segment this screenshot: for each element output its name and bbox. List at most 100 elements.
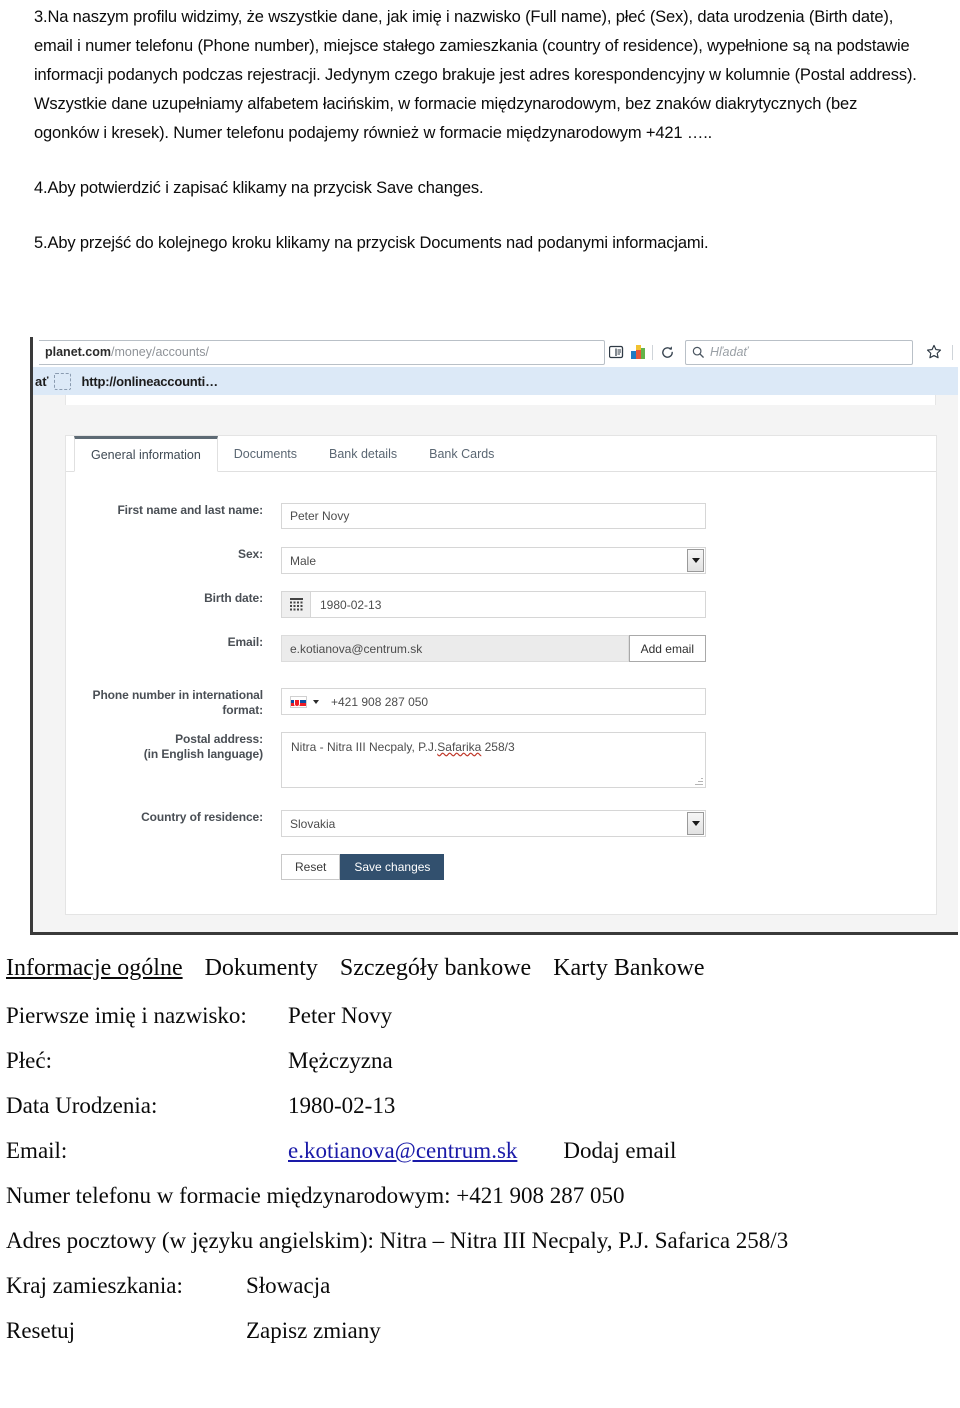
- sex-label: Sex:: [238, 547, 263, 561]
- form-actions-row: Reset Save changes: [66, 854, 706, 880]
- field-row-sex: Sex: Male: [66, 547, 706, 574]
- translation-value-name: Peter Novy: [288, 1003, 393, 1028]
- save-changes-button[interactable]: Save changes: [340, 854, 445, 880]
- chevron-down-icon[interactable]: [687, 812, 704, 835]
- translation-reset-label: Resetuj: [6, 1318, 75, 1343]
- phone-control: +421 908 287 050: [281, 688, 706, 715]
- translation-key-sex: Płeć:: [6, 1048, 52, 1073]
- url-path: /money/accounts/: [111, 345, 209, 359]
- country-value: Slovakia: [290, 816, 336, 831]
- translation-value-country: Słowacja: [246, 1273, 331, 1298]
- tab-label: Documents: [233, 446, 298, 461]
- reload-icon[interactable]: [656, 341, 678, 363]
- slovakia-flag-icon: [290, 695, 307, 708]
- form-actions: Reset Save changes: [281, 854, 706, 880]
- field-row-phone: Phone number in international format: +4…: [66, 688, 706, 718]
- email-value: e.kotianova@centrum.sk: [290, 641, 423, 656]
- full-name-control: Peter Novy: [281, 503, 706, 529]
- search-box[interactable]: Hľadať: [685, 339, 913, 365]
- tab-label: Bank details: [329, 446, 398, 461]
- birth-date-control: 1980-02-13: [281, 591, 706, 618]
- address-bar-text: planet.com/money/accounts/: [45, 345, 209, 359]
- full-name-input[interactable]: Peter Novy: [281, 503, 706, 529]
- reset-button[interactable]: Reset: [281, 854, 341, 880]
- email-input: e.kotianova@centrum.sk: [281, 635, 629, 662]
- translation-value-sex: Mężczyzna: [288, 1048, 393, 1073]
- field-row-full-name: First name and last name: Peter Novy: [66, 503, 706, 529]
- toolbar-divider: [652, 344, 653, 360]
- general-information-form: First name and last name: Peter Novy Sex…: [66, 472, 936, 914]
- translation-tab-documents: Dokumenty: [204, 955, 318, 981]
- translation-email-link[interactable]: e.kotianova@centrum.sk: [288, 1138, 517, 1164]
- toolbar-divider: [952, 344, 953, 360]
- sex-control: Male: [281, 547, 706, 574]
- country-label: Country of residence:: [141, 810, 263, 824]
- birth-date-input[interactable]: 1980-02-13: [281, 591, 706, 618]
- page-viewport: General information Documents Bank detai…: [33, 395, 958, 932]
- translation-tabs: Informacje ogólne Dokumenty Szczegóły ba…: [6, 955, 954, 982]
- translation-address-line: Adres pocztowy (w języku angielskim): Ni…: [6, 1228, 789, 1253]
- pocket-icon[interactable]: [627, 341, 649, 363]
- search-icon: [692, 346, 704, 358]
- profile-tabs: General information Documents Bank detai…: [66, 436, 936, 472]
- postal-address-label-line1: Postal address:: [175, 732, 263, 746]
- bookmark-item-onlineaccounting[interactable]: http://onlineaccounti…: [81, 374, 218, 389]
- chevron-down-icon[interactable]: [687, 549, 704, 572]
- postal-address-label: Postal address: (in English language): [66, 732, 281, 762]
- page-header-strip: [65, 395, 936, 405]
- calendar-icon[interactable]: [282, 592, 311, 617]
- field-row-postal-address: Postal address: (in English language) Ni…: [66, 732, 706, 788]
- textarea-resize-handle[interactable]: [695, 777, 703, 785]
- field-row-country: Country of residence: Slovakia: [66, 810, 706, 837]
- postal-address-misspelling: Safarika: [437, 740, 482, 754]
- instruction-paragraph-5: 5.Aby przejść do kolejnego kroku klikamy…: [34, 234, 709, 252]
- tab-documents[interactable]: Documents: [218, 436, 313, 471]
- instruction-paragraph-4: 4.Aby potwierdzić i zapisać klikamy na p…: [34, 179, 484, 197]
- profile-panel: General information Documents Bank detai…: [65, 435, 937, 915]
- full-name-value: Peter Novy: [290, 509, 350, 523]
- toolbar-right-icons: [923, 341, 958, 363]
- field-row-birth-date: Birth date: 1980-02-13: [66, 591, 706, 618]
- bookmarks-bar: ať http://onlineaccounti…: [33, 367, 958, 395]
- reader-mode-icon[interactable]: [605, 341, 627, 363]
- postal-address-label-line2: (in English language): [143, 747, 263, 761]
- tab-bank-details[interactable]: Bank details: [313, 436, 413, 471]
- add-email-button[interactable]: Add email: [628, 635, 706, 662]
- field-row-email: Email: e.kotianova@centrum.sk Add email: [66, 635, 706, 662]
- postal-address-textarea[interactable]: Nitra - Nitra III Necpaly, P.J.Safarika …: [281, 732, 706, 788]
- postal-address-value-c: 258/3: [481, 740, 515, 754]
- bookmark-star-icon[interactable]: [923, 341, 945, 363]
- sex-select[interactable]: Male: [281, 547, 706, 574]
- country-select[interactable]: Slovakia: [281, 810, 706, 837]
- chevron-down-icon[interactable]: [313, 699, 319, 704]
- instruction-paragraph-3: 3.Na naszym profilu widzimy, że wszystki…: [34, 8, 917, 142]
- postal-address-value-a: Nitra - Nitra III Necpaly, P.J.: [291, 740, 438, 754]
- tab-label: General information: [91, 448, 201, 462]
- translation-row-email: Email: e.kotianova@centrum.sk Dodaj emai…: [6, 1138, 954, 1164]
- url-domain: planet.com: [45, 345, 111, 359]
- translation-row-sex: Płeć: Mężczyzna: [6, 1048, 954, 1074]
- birth-date-value: 1980-02-13: [320, 597, 382, 612]
- browser-toolbar: planet.com/money/accounts/ Hľadať: [33, 337, 958, 367]
- full-name-label: First name and last name:: [117, 503, 263, 517]
- email-label: Email:: [227, 635, 264, 649]
- translation-row-actions: Resetuj Zapisz zmiany: [6, 1318, 954, 1344]
- translation-key-name: Pierwsze imię i nazwisko:: [6, 1003, 247, 1028]
- translation-value-birth: 1980-02-13: [288, 1093, 396, 1118]
- favicon-placeholder-icon: [54, 372, 72, 390]
- tab-general-information[interactable]: General information: [74, 436, 218, 472]
- birth-date-label: Birth date:: [204, 591, 263, 605]
- sex-value: Male: [290, 553, 317, 568]
- bookmark-partial-text: ať: [35, 373, 49, 389]
- tab-bank-cards[interactable]: Bank Cards: [413, 436, 510, 471]
- translation-key-country: Kraj zamieszkania:: [6, 1273, 183, 1298]
- phone-label: Phone number in international format:: [92, 688, 264, 717]
- translation-row-country: Kraj zamieszkania: Słowacja: [6, 1273, 954, 1299]
- translation-phone-line: Numer telefonu w formacie międzynarodowy…: [6, 1183, 625, 1208]
- tab-label: Bank Cards: [429, 446, 495, 461]
- translation-block: Informacje ogólne Dokumenty Szczegóły ba…: [6, 955, 954, 1363]
- address-bar[interactable]: planet.com/money/accounts/: [39, 339, 605, 365]
- phone-input[interactable]: +421 908 287 050: [281, 688, 706, 715]
